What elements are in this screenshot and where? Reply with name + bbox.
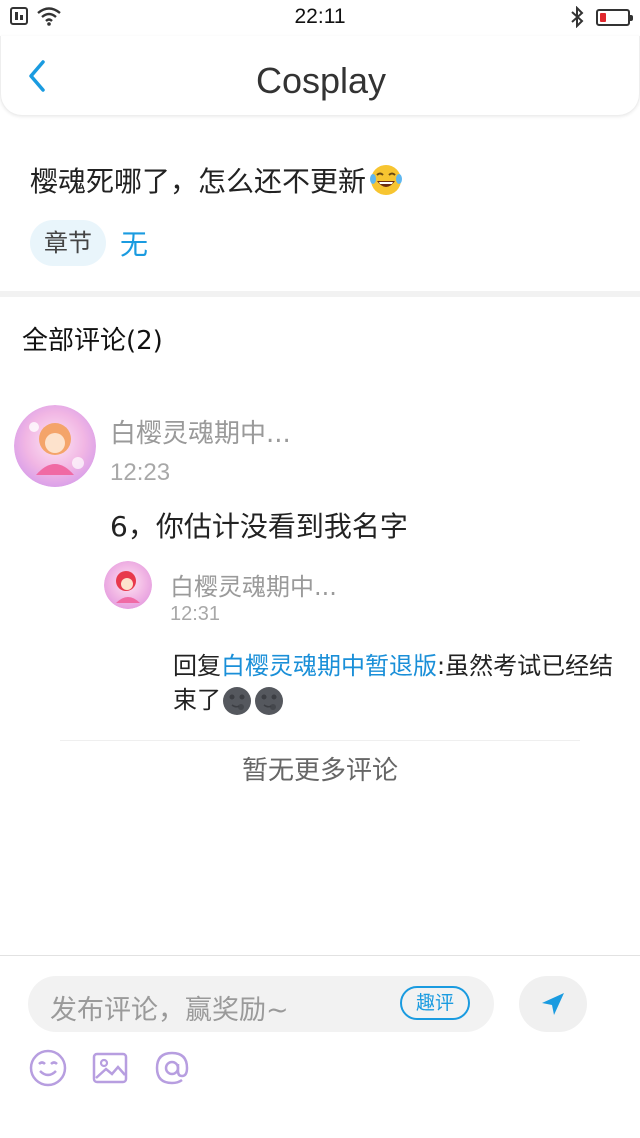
post-section: 樱魂死哪了，怎么还不更新 章节 无: [0, 116, 640, 292]
at-icon[interactable]: [152, 1048, 192, 1088]
image-icon[interactable]: [90, 1048, 130, 1088]
list-end-divider: [60, 740, 580, 741]
page-title: Cosplay: [255, 60, 387, 101]
no-more-comments: 暂无更多评论: [241, 756, 398, 786]
laughing-emoji: [370, 165, 403, 195]
emoji-icon[interactable]: [28, 1048, 68, 1088]
chapter-row: 章节 无: [30, 220, 148, 266]
nav-header: Cosplay: [0, 36, 640, 116]
section-divider: [0, 291, 640, 297]
comment-input[interactable]: 发布评论，赢奖励~ 趣评: [28, 976, 494, 1032]
send-icon: [542, 993, 564, 1015]
reply-username[interactable]: 白樱灵魂期中...: [170, 567, 337, 602]
comment-text: 6，你估计没看到我名字: [110, 510, 408, 543]
comments-header: 全部评论(2): [22, 326, 163, 356]
status-bar: 22:11: [0, 0, 640, 36]
reply-time: 12:31: [170, 603, 221, 625]
status-time: 22:11: [294, 5, 346, 28]
battery-level: [600, 12, 606, 22]
avatar[interactable]: [14, 405, 96, 487]
reply-prefix: 回复: [173, 652, 221, 680]
qp-button[interactable]: 趣评: [400, 986, 470, 1020]
moon-emoji: [255, 687, 283, 715]
composer-bar: 发布评论，赢奖励~ 趣评: [0, 955, 640, 1138]
comment-username[interactable]: 白樱灵魂期中...: [110, 413, 291, 450]
reply-text: 回复白樱灵魂期中暂退版:虽然考试已经结束了: [173, 649, 623, 717]
reply-mention-link[interactable]: 白樱灵魂期中暂退版: [221, 652, 437, 680]
battery-icon: [596, 8, 633, 26]
status-right: [570, 6, 633, 28]
comment-time: 12:23: [110, 459, 171, 486]
avatar-image: [14, 405, 96, 487]
reply-avatar-image: [104, 561, 152, 609]
chapter-tag: 章节: [30, 220, 106, 266]
reply-avatar[interactable]: [104, 561, 152, 609]
moon-emoji: [223, 687, 251, 715]
send-button[interactable]: [519, 976, 587, 1032]
chapter-value[interactable]: 无: [120, 223, 148, 263]
bluetooth-icon: [571, 6, 584, 28]
composer-tools: [28, 1048, 192, 1088]
post-text: 樱魂死哪了，怎么还不更新: [30, 165, 367, 198]
post-text-row: 樱魂死哪了，怎么还不更新: [30, 160, 404, 200]
comment-input-placeholder: 发布评论，赢奖励~: [50, 995, 289, 1026]
